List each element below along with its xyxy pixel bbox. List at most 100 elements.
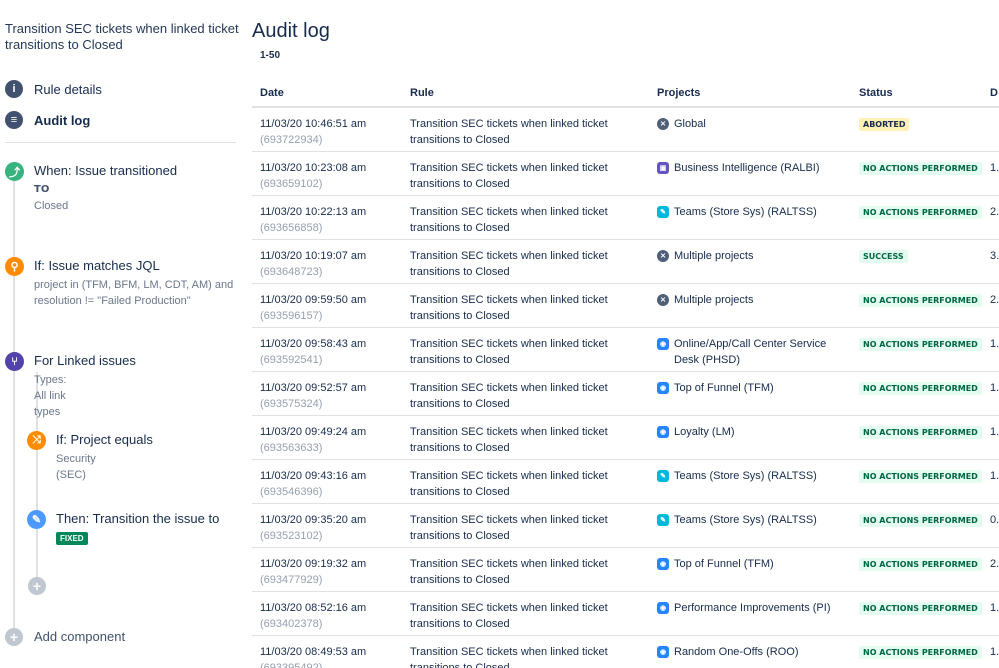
execution-id: (693575324)	[260, 398, 323, 410]
duration-cell: 1.	[990, 382, 999, 394]
duration-cell: 2.	[990, 294, 999, 306]
add-component-button[interactable]: Add component	[34, 629, 125, 644]
duration-cell: 1.	[990, 426, 999, 438]
nav-label: Audit log	[34, 112, 91, 128]
status-lozenge: NO ACTIONS PERFORMED	[859, 514, 982, 527]
column-header-duration[interactable]: D	[990, 87, 998, 99]
nav-rule-details[interactable]: i Rule details	[5, 79, 102, 99]
project-cell: ✕ Multiple projects	[657, 292, 842, 308]
duration-cell: 2.	[990, 206, 999, 218]
project-cell: ✎ Teams (Store Sys) (RALTSS)	[657, 204, 842, 220]
date-cell: 11/03/20 08:49:53 am (693395492)	[260, 644, 366, 668]
project-name: Top of Funnel (TFM)	[674, 558, 774, 570]
execution-date: 11/03/20 08:52:16 am	[260, 602, 367, 614]
duration-cell: 3.	[990, 250, 999, 262]
date-cell: 11/03/20 09:49:24 am (693563633)	[260, 424, 366, 456]
project-cell: ◉ Loyalty (LM)	[657, 424, 842, 440]
column-header-rule[interactable]: Rule	[410, 87, 434, 99]
duration-cell: 0.	[990, 514, 999, 526]
table-row[interactable]: 11/03/20 09:35:20 am (693523102) Transitio…	[252, 504, 999, 548]
divider	[5, 142, 236, 143]
project-name: Teams (Store Sys) (RALTSS)	[674, 514, 817, 526]
table-row[interactable]: 11/03/20 10:23:08 am (693659102) Transitio…	[252, 152, 999, 196]
component-title: When: Issue transitioned	[34, 163, 178, 178]
project-icon: ▣	[657, 162, 669, 174]
audit-log-panel: Audit log 1-50 Date Rule Projects Status…	[252, 0, 999, 668]
project-icon: ◉	[657, 338, 669, 350]
table-row[interactable]: 11/03/20 09:49:24 am (693563633) Transitio…	[252, 416, 999, 460]
execution-id: (693656858)	[260, 222, 323, 234]
status-lozenge: NO ACTIONS PERFORMED	[859, 162, 982, 175]
execution-date: 11/03/20 09:43:16 am	[260, 470, 367, 482]
project-icon: ✎	[657, 470, 669, 482]
project-name: Multiple projects	[674, 294, 754, 306]
project-icon: ◉	[657, 382, 669, 394]
project-cell: ◉ Performance Improvements (PI)	[657, 600, 842, 616]
component-title: Then: Transition the issue to	[56, 511, 220, 526]
execution-date: 11/03/20 09:52:57 am	[260, 382, 367, 394]
date-cell: 11/03/20 08:52:16 am (693402378)	[260, 600, 366, 632]
table-row[interactable]: 11/03/20 10:22:13 am (693656858) Transitio…	[252, 196, 999, 240]
rule-cell: Transition SEC tickets when linked ticke…	[410, 162, 608, 190]
component-sub: Security (SEC)	[56, 453, 96, 481]
add-branch-component-button[interactable]: +	[28, 577, 46, 595]
project-name: Loyalty (LM)	[674, 426, 735, 438]
date-cell: 11/03/20 09:59:50 am (693596157)	[260, 292, 366, 324]
execution-date: 11/03/20 10:19:07 am	[260, 250, 367, 262]
execution-date: 11/03/20 10:23:08 am	[260, 162, 367, 174]
execution-id: (693659102)	[260, 178, 323, 190]
project-name: Global	[674, 118, 706, 130]
rule-cell: Transition SEC tickets when linked ticke…	[410, 382, 608, 410]
date-cell: 11/03/20 09:35:20 am (693523102)	[260, 512, 366, 544]
table-row[interactable]: 11/03/20 09:19:32 am (693477929) Transitio…	[252, 548, 999, 592]
project-cell: ◉ Online/App/Call Center Service Desk (PH…	[657, 336, 842, 368]
status-lozenge: NO ACTIONS PERFORMED	[859, 470, 982, 483]
project-cell: ◉ Top of Funnel (TFM)	[657, 556, 842, 572]
execution-date: 11/03/20 08:49:53 am	[260, 646, 367, 658]
date-cell: 11/03/20 10:46:51 am (693722934)	[260, 116, 366, 148]
column-header-projects[interactable]: Projects	[657, 87, 700, 99]
search-icon: ⚲	[5, 257, 24, 276]
table-row[interactable]: 11/03/20 08:49:53 am (693395492) Transitio…	[252, 636, 999, 668]
table-row[interactable]: 11/03/20 09:59:50 am (693596157) Transitio…	[252, 284, 999, 328]
rule-sidebar: Transition SEC tickets when linked ticke…	[0, 0, 244, 668]
status-lozenge: ABORTED	[859, 118, 910, 131]
execution-date: 11/03/20 09:19:32 am	[260, 558, 367, 570]
pagination-range: 1-50	[260, 50, 281, 61]
project-name: Performance Improvements (PI)	[674, 602, 831, 614]
table-row[interactable]: 11/03/20 10:46:51 am (693722934) Transitio…	[252, 108, 999, 152]
status-lozenge: NO ACTIONS PERFORMED	[859, 338, 982, 351]
execution-date: 11/03/20 09:49:24 am	[260, 426, 367, 438]
project-cell: ✕ Global	[657, 116, 842, 132]
execution-id: (693596157)	[260, 310, 323, 322]
add-component-icon[interactable]: +	[5, 628, 23, 646]
project-icon: ✎	[657, 206, 669, 218]
table-row[interactable]: 11/03/20 08:52:16 am (693402378) Transitio…	[252, 592, 999, 636]
duration-cell: 1.	[990, 162, 999, 174]
duration-cell: 1.	[990, 338, 999, 350]
execution-id: (693477929)	[260, 574, 323, 586]
project-icon: ✕	[657, 118, 669, 130]
duration-cell: 1.	[990, 646, 999, 658]
status-lozenge: NO ACTIONS PERFORMED	[859, 426, 982, 439]
project-icon: ◉	[657, 646, 669, 658]
nav-audit-log[interactable]: ≡ Audit log	[5, 110, 90, 130]
table-row[interactable]: 11/03/20 09:52:57 am (693575324) Transitio…	[252, 372, 999, 416]
execution-id: (693395492)	[260, 662, 323, 668]
table-row[interactable]: 11/03/20 09:43:16 am (693546396) Transitio…	[252, 460, 999, 504]
column-header-date[interactable]: Date	[260, 87, 284, 99]
project-name: Teams (Store Sys) (RALTSS)	[674, 206, 817, 218]
component-title: If: Issue matches JQL	[34, 258, 160, 273]
status-lozenge: SUCCESS	[859, 250, 908, 263]
execution-id: (693402378)	[260, 618, 323, 630]
rule-cell: Transition SEC tickets when linked ticke…	[410, 470, 608, 498]
table-row[interactable]: 11/03/20 10:19:07 am (693648723) Transitio…	[252, 240, 999, 284]
project-name: Teams (Store Sys) (RALTSS)	[674, 470, 817, 482]
table-row[interactable]: 11/03/20 09:58:43 am (693592541) Transitio…	[252, 328, 999, 372]
date-cell: 11/03/20 09:52:57 am (693575324)	[260, 380, 366, 412]
status-lozenge: NO ACTIONS PERFORMED	[859, 602, 982, 615]
column-header-status[interactable]: Status	[859, 87, 893, 99]
execution-date: 11/03/20 10:46:51 am	[260, 118, 367, 130]
status-lozenge: NO ACTIONS PERFORMED	[859, 206, 982, 219]
rule-cell: Transition SEC tickets when linked ticke…	[410, 426, 608, 454]
